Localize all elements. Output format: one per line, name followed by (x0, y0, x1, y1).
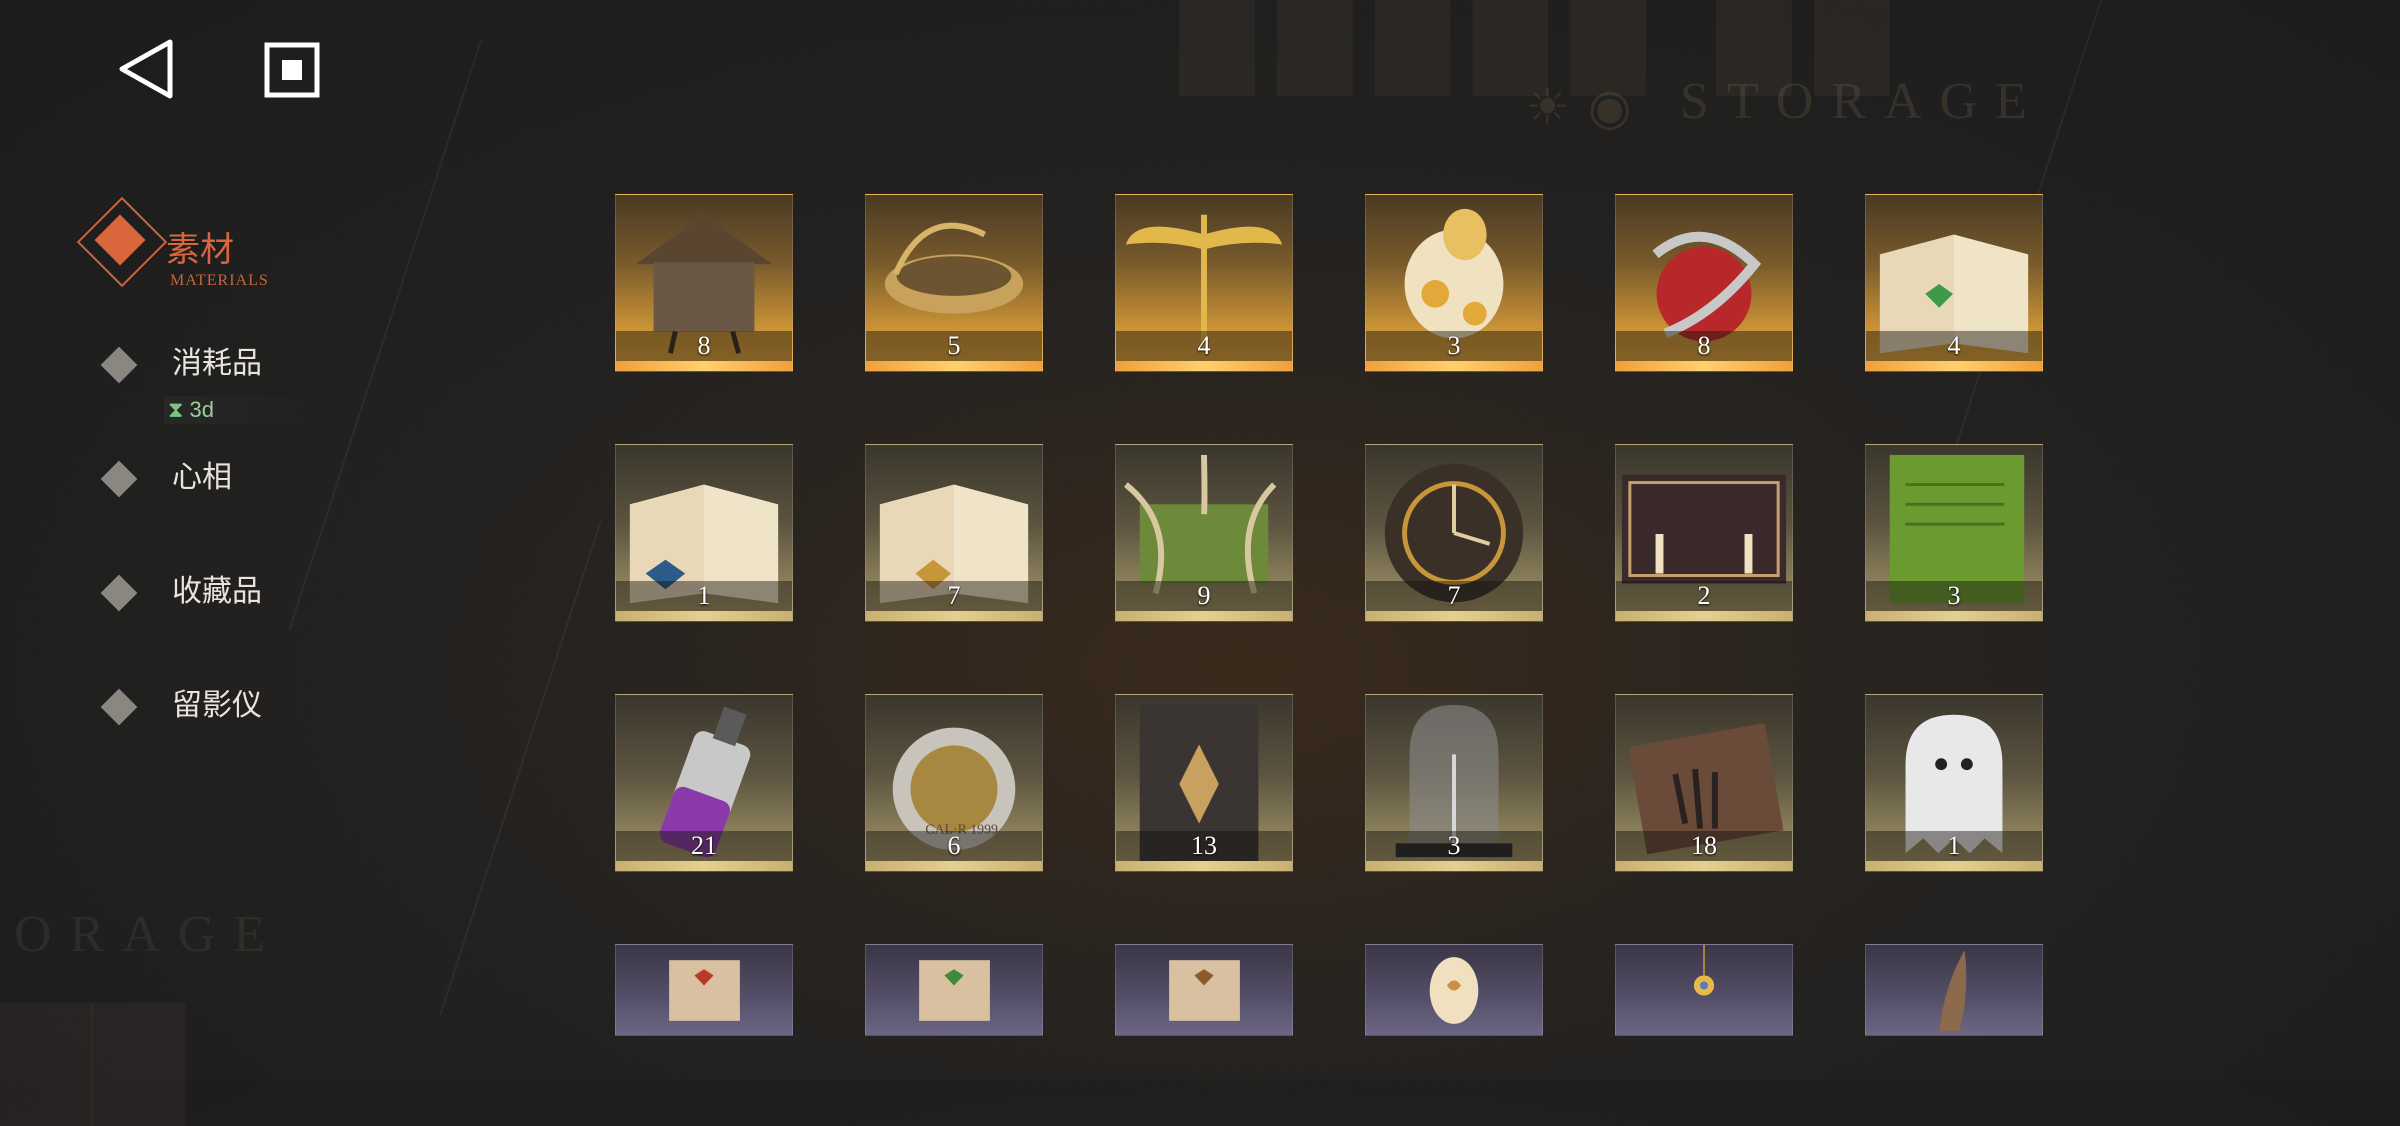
category-sublabel: MATERIALS (170, 272, 269, 289)
bronze-ornament-icon (1939, 950, 1967, 1031)
rarity-bar (616, 861, 792, 871)
rarity-bar (866, 611, 1042, 621)
item-count: 3 (1947, 581, 1961, 610)
rarity-bar (1116, 361, 1292, 371)
back-button[interactable] (112, 36, 182, 102)
diamond-icon (100, 460, 138, 498)
category-label: 收藏品 (172, 575, 262, 608)
inventory-item[interactable]: 3 (1865, 444, 2043, 622)
brown-gem-scroll-icon (1169, 960, 1240, 1021)
rarity-bar (1366, 611, 1542, 621)
rarity-bar (616, 361, 792, 371)
category-label: 消耗品 (172, 347, 262, 380)
home-button[interactable] (262, 40, 322, 100)
category-psychube[interactable]: 心相 (80, 452, 232, 498)
item-count: 4 (1197, 331, 1211, 360)
timer-badge: ⧗ 3d (164, 396, 314, 424)
inventory-item[interactable] (615, 944, 793, 1036)
rarity-bar (866, 361, 1042, 371)
active-diamond-icon (76, 196, 168, 288)
item-count: 8 (697, 331, 711, 360)
timer-text: 3d (189, 397, 214, 422)
storage-watermark: STORAGE (1680, 73, 2045, 130)
item-count: 3 (1447, 831, 1461, 860)
inventory-item[interactable]: 21 (615, 694, 793, 872)
inventory-item[interactable]: 4 (1865, 194, 2043, 372)
rarity-bar (1116, 611, 1292, 621)
back-triangle-icon (119, 39, 173, 99)
inventory-item[interactable]: 7 (865, 444, 1043, 622)
item-count: 9 (1197, 581, 1211, 610)
category-label: 素材 (166, 232, 234, 269)
inventory-item[interactable]: 2 (1615, 444, 1793, 622)
diamond-icon (100, 346, 138, 384)
inventory-item[interactable] (1365, 944, 1543, 1036)
inventory-item[interactable]: 4 (1115, 194, 1293, 372)
inventory-item[interactable]: 7 (1365, 444, 1543, 622)
rarity-bar (866, 861, 1042, 871)
red-gem-scroll-icon (669, 960, 740, 1021)
diamond-icon (100, 574, 138, 612)
rarity-bar (1866, 361, 2042, 371)
item-count: 5 (947, 331, 961, 360)
item-count: 2 (1697, 581, 1711, 610)
item-count: 21 (691, 831, 717, 860)
item-count: 8 (1697, 331, 1711, 360)
background-watermark-bottom: ▇▇ (0, 990, 185, 1123)
category-collectibles[interactable]: 收藏品 (80, 566, 262, 612)
inventory-item[interactable] (865, 944, 1043, 1036)
inventory-item[interactable]: 1 (615, 444, 793, 622)
ornate-egg-icon (1429, 957, 1479, 1024)
rarity-bar (1866, 611, 2042, 621)
item-count: 7 (947, 581, 961, 610)
diamond-icon (100, 688, 138, 726)
item-count: 18 (1691, 831, 1717, 860)
inventory-item[interactable]: 8 (1615, 194, 1793, 372)
item-count: 1 (697, 581, 711, 610)
inventory-item[interactable]: 9 (1115, 444, 1293, 622)
inventory-item[interactable] (1115, 944, 1293, 1036)
sun-pendant-icon (1693, 945, 1715, 996)
category-recorder[interactable]: 留影仪 (80, 680, 262, 726)
inventory-item[interactable]: 3 (1365, 694, 1543, 872)
category-materials[interactable]: 素材 MATERIALS (76, 196, 268, 289)
watermark-icons: ☀◉ (1525, 79, 1650, 135)
item-count: 13 (1191, 831, 1217, 860)
item-count: 4 (1947, 331, 1961, 360)
item-count: 3 (1447, 331, 1461, 360)
item-count: 7 (1447, 581, 1461, 610)
rarity-bar (1866, 861, 2042, 871)
category-label: 留影仪 (172, 689, 262, 722)
inventory-item[interactable]: 18 (1615, 694, 1793, 872)
storage-watermark-left: ORAGE (14, 906, 284, 963)
inventory-item[interactable] (1865, 944, 2043, 1036)
rarity-bar (1616, 861, 1792, 871)
rarity-bar (1616, 361, 1792, 371)
inventory-item[interactable]: 8 (615, 194, 793, 372)
rarity-bar (1616, 611, 1792, 621)
category-label: 心相 (172, 461, 232, 494)
item-count: 6 (947, 831, 961, 860)
inventory-item[interactable]: 3 (1365, 194, 1543, 372)
inventory-item[interactable]: 5 (865, 194, 1043, 372)
hourglass-icon: ⧗ (168, 397, 184, 422)
green-gem-scroll-icon (919, 960, 990, 1021)
background-stripe (288, 40, 482, 631)
background-stripe (439, 520, 602, 1016)
category-consumables[interactable]: 消耗品 (80, 338, 262, 384)
square-home-icon (264, 42, 320, 98)
rarity-bar (1366, 861, 1542, 871)
inventory-item[interactable] (1615, 944, 1793, 1036)
item-count: 1 (1947, 831, 1961, 860)
rarity-bar (616, 611, 792, 621)
rarity-bar (1366, 361, 1542, 371)
rarity-bar (1116, 861, 1292, 871)
inventory-item[interactable]: 13 (1115, 694, 1293, 872)
inventory-item[interactable]: CAL·R 1999 6 (865, 694, 1043, 872)
inventory-item[interactable]: 1 (1865, 694, 2043, 872)
